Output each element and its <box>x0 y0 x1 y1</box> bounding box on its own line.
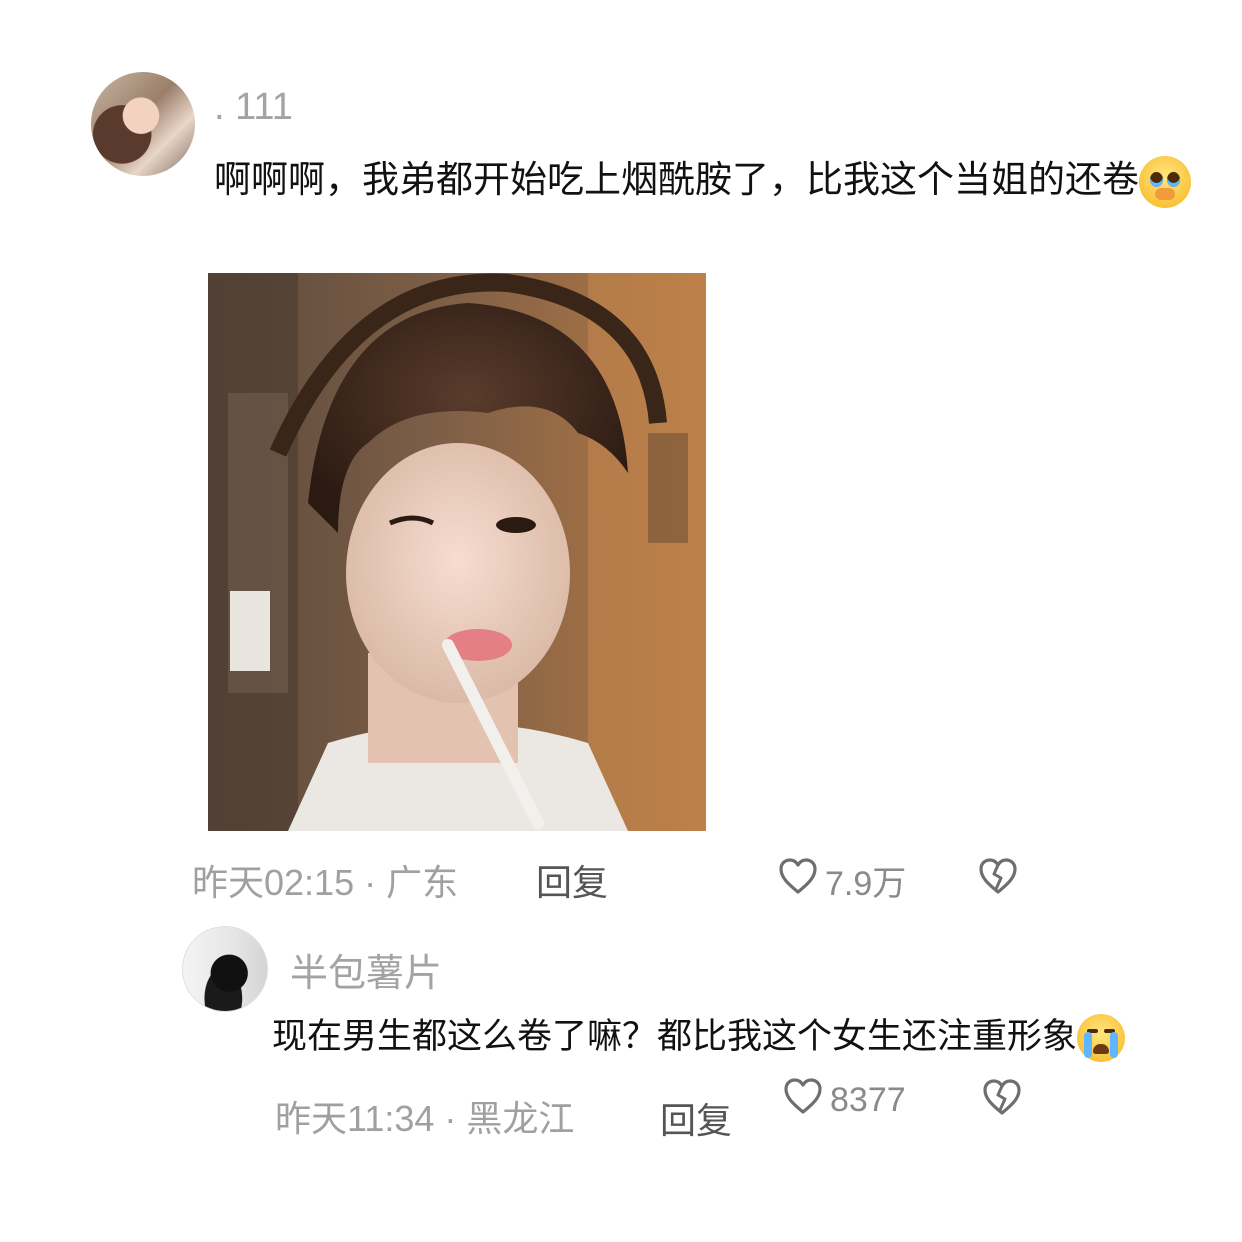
dislike-button[interactable] <box>976 856 1020 900</box>
meta-separator: · <box>354 862 387 903</box>
commenter-avatar[interactable] <box>91 72 195 176</box>
comment-time: 昨天02:15 <box>192 862 355 903</box>
reply-text-body: 现在男生都这么卷了嘛？都比我这个女生还注重形象 <box>272 1017 1078 1057</box>
reply-location: 黑龙江 <box>466 1098 575 1139</box>
comment-text: 啊啊啊，我弟都开始吃上烟酰胺了，比我这个当姐的还卷 <box>214 150 1204 210</box>
heart-outline-icon <box>782 1076 830 1125</box>
reply-button[interactable]: 回复 <box>536 854 608 906</box>
reply-meta: 昨天11:34 · 黑龙江 <box>275 1090 574 1142</box>
like-button[interactable]: 8377 <box>782 1076 906 1125</box>
meta-separator: · <box>434 1098 467 1139</box>
commenter-username[interactable]: . 111 <box>214 86 293 129</box>
comment-location: 广东 <box>386 862 459 903</box>
reply-time: 昨天11:34 <box>275 1098 435 1139</box>
replier-avatar[interactable] <box>182 926 268 1012</box>
loudly-crying-face-emoji-icon <box>1077 1014 1126 1062</box>
broken-heart-icon <box>980 1079 1024 1121</box>
comment-photo[interactable] <box>208 273 706 831</box>
broken-heart-icon <box>976 858 1020 900</box>
comment-text-body: 啊啊啊，我弟都开始吃上烟酰胺了，比我这个当姐的还卷 <box>214 158 1139 201</box>
reply-button[interactable]: 回复 <box>660 1092 732 1144</box>
dislike-button[interactable] <box>980 1077 1024 1121</box>
like-button[interactable]: 7.9万 <box>777 856 906 905</box>
reply-text: 现在男生都这么卷了嘛？都比我这个女生还注重形象 <box>272 1012 1232 1062</box>
like-count: 7.9万 <box>825 865 907 903</box>
heart-outline-icon <box>777 856 825 905</box>
pleading-face-emoji-icon <box>1139 155 1191 208</box>
like-count: 8377 <box>830 1081 906 1119</box>
replier-username[interactable]: 半包薯片 <box>290 942 442 997</box>
comment-meta: 昨天02:15 · 广东 <box>192 854 458 906</box>
